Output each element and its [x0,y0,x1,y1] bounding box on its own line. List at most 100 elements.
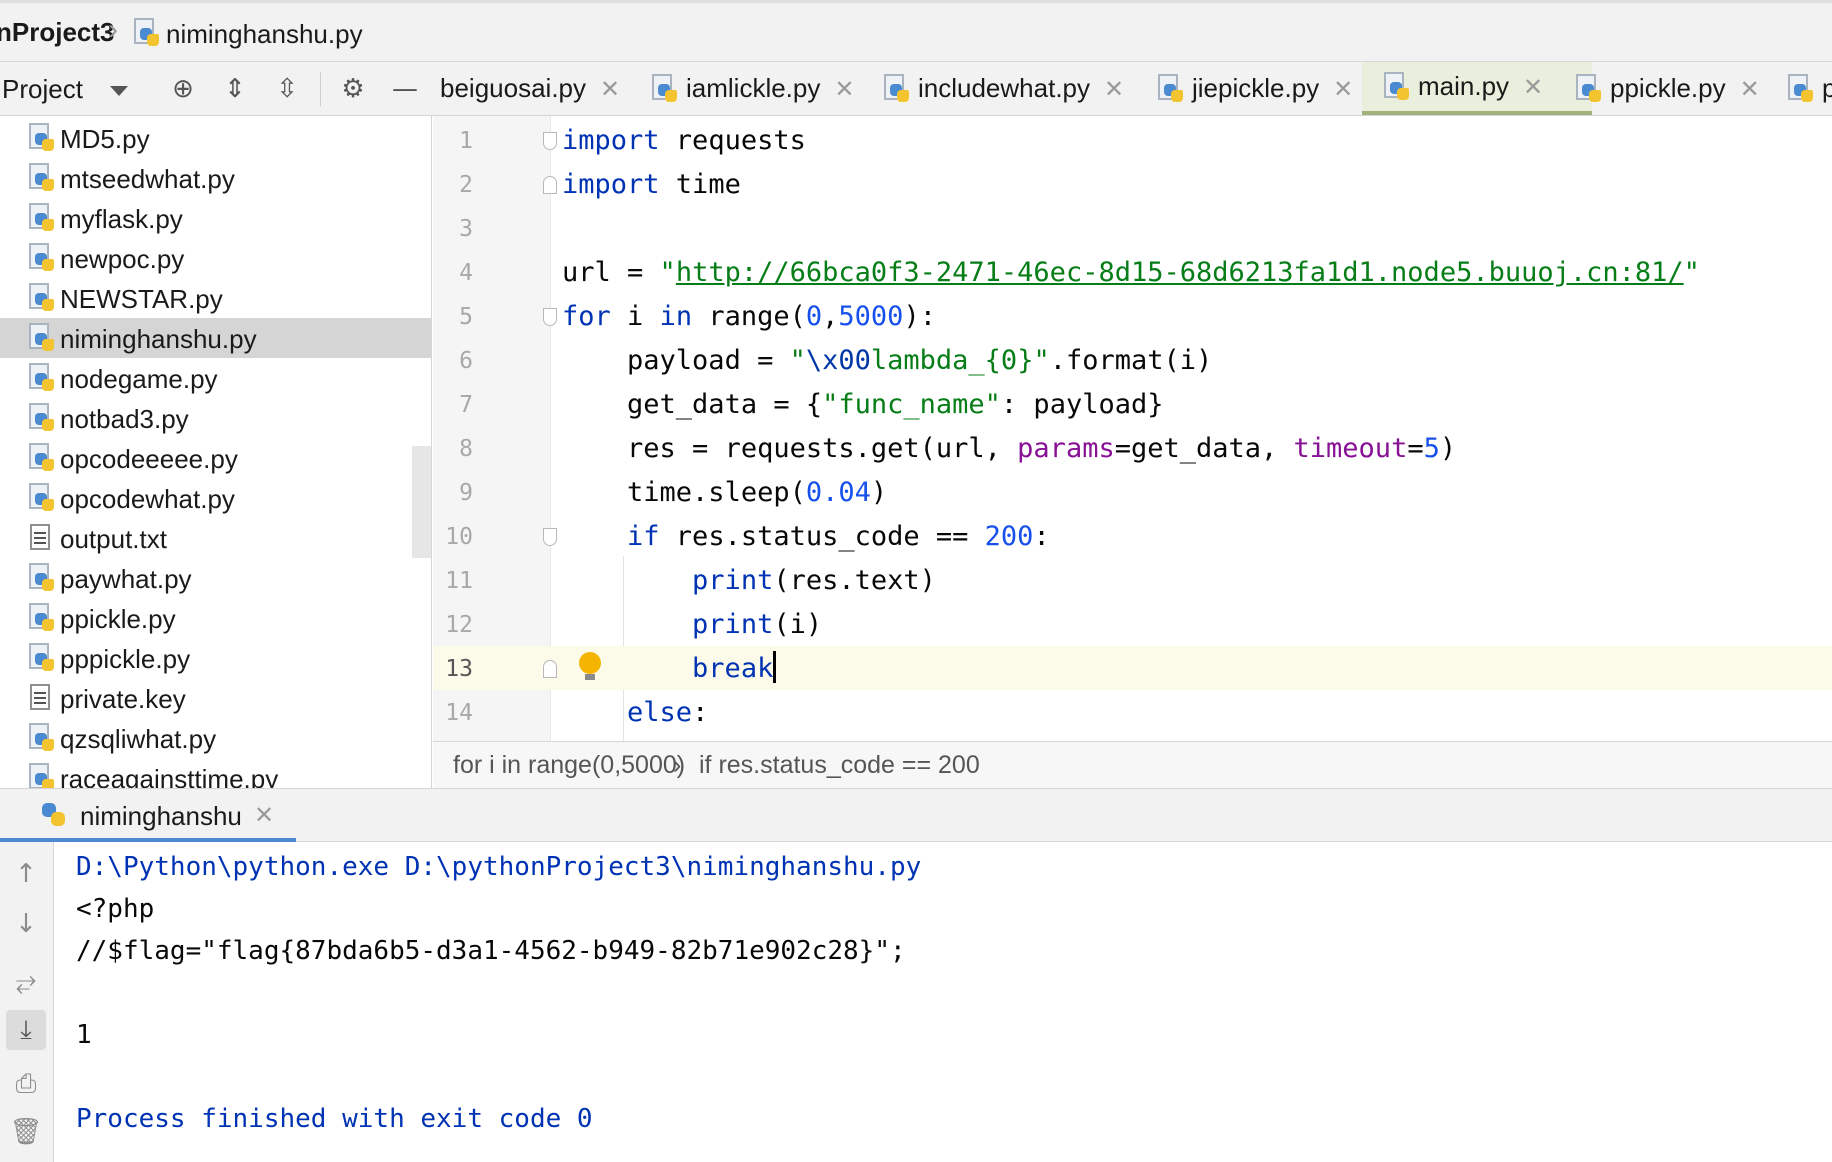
code-token: , [822,301,839,332]
tab-label: p [1822,73,1832,104]
tab-run-niminghanshu[interactable]: niminghanshu ✕ [0,789,296,842]
run-console[interactable]: D:\Python\python.exe D:\pythonProject3\n… [54,842,1832,1162]
minimize-icon[interactable]: — [390,74,420,104]
code-token: break [692,653,774,684]
editor-breadcrumb: for i in range(0,5000) › if res.status_c… [433,741,1832,788]
code-token: \x00 [805,345,871,376]
close-icon[interactable]: ✕ [834,75,854,103]
code-line[interactable]: 2 import time [433,162,1832,206]
soft-wrap-icon[interactable]: ⥂ [6,962,46,1002]
fold-marker-icon[interactable] [543,176,557,194]
tree-item-label: private.key [60,684,186,714]
tree-item[interactable]: ppickle.py [0,598,431,638]
code-line[interactable]: 10 if res.status_code == 200: [433,514,1832,558]
tree-item[interactable]: MD5.py [0,118,431,158]
url-link[interactable]: http://66bca0f3-2471-46ec-8d15-68d6213fa… [676,257,1684,288]
fold-marker-icon[interactable] [543,132,557,150]
tree-scrollbar[interactable] [412,446,431,558]
fold-marker-icon[interactable] [543,308,557,326]
expand-all-icon[interactable]: ⇕ [220,74,250,104]
code-line[interactable]: 6 payload = "\x00lambda_{0}".format(i) [433,338,1832,382]
code-token: import [562,125,660,156]
tree-item[interactable]: mtseedwhat.py [0,158,431,198]
tab-beiguosai[interactable]: beiguosai.py ✕ [440,62,620,115]
tab-main[interactable]: main.py ✕ [1362,62,1592,115]
dropdown-caret-icon[interactable] [110,86,128,96]
python-file-icon [27,403,55,433]
arrow-down-icon[interactable]: ↓ [6,904,46,944]
code-line[interactable]: 4 url = "http://66bca0f3-2471-46ec-8d15-… [433,250,1832,294]
python-file-icon [27,763,55,788]
code-editor[interactable]: 1 import requests 2 import time 3 4 url … [433,116,1832,741]
code-token: time.sleep( [627,477,806,508]
tree-item-label: newpoc.py [60,244,185,274]
python-file-icon [27,563,55,593]
tree-item-selected[interactable]: niminghanshu.py [0,318,431,358]
breadcrumb-project[interactable]: nProject3 [0,17,115,48]
print-icon[interactable]: ⎙ [6,1064,46,1104]
tree-item[interactable]: nodegame.py [0,358,431,398]
tab-includewhat[interactable]: includewhat.py ✕ [882,62,1124,115]
navigation-bar: nProject3 › niminghanshu.py [0,0,1832,62]
tree-item[interactable]: notbad3.py [0,398,431,438]
console-output-line: <?php [76,894,155,924]
code-line-current[interactable]: 13 break [433,646,1832,690]
collapse-all-icon[interactable]: ⇳ [272,74,302,104]
line-number: 3 [459,216,473,242]
locate-icon[interactable]: ⊕ [168,74,198,104]
tree-item[interactable]: NEWSTAR.py [0,278,431,318]
close-icon[interactable]: ✕ [600,75,620,103]
close-icon[interactable]: ✕ [1333,75,1353,103]
text-cursor [773,650,777,683]
code-line[interactable]: 14 else: [433,690,1832,734]
python-file-icon [27,123,55,153]
code-token: : payload} [1000,389,1164,420]
tab-label: beiguosai.py [440,73,586,103]
tree-item[interactable]: myflask.py [0,198,431,238]
editor-tabs: beiguosai.py ✕ iamlickle.py ✕ includewha… [432,62,1832,116]
fold-marker-icon[interactable] [543,660,557,678]
code-line[interactable]: 12 print(i) [433,602,1832,646]
fold-marker-icon[interactable] [543,528,557,546]
code-line[interactable]: 8 res = requests.get(url, params=get_dat… [433,426,1832,470]
tab-overflow[interactable]: p [1786,62,1832,115]
line-number: 6 [459,348,473,374]
code-line[interactable]: 7 get_data = {"func_name": payload} [433,382,1832,426]
close-icon[interactable]: ✕ [1523,73,1543,101]
tab-label: ppickle.py [1610,73,1726,103]
tree-item[interactable]: opcodewhat.py [0,478,431,518]
arrow-up-icon[interactable]: ↑ [6,854,46,894]
tab-iamlickle[interactable]: iamlickle.py ✕ [650,62,854,115]
tree-item[interactable]: pppickle.py [0,638,431,678]
trash-icon[interactable]: 🗑 [6,1112,46,1152]
breadcrumb-file[interactable]: niminghanshu.py [166,19,363,50]
breadcrumb-for-loop[interactable]: for i in range(0,5000) [453,751,685,780]
code-line[interactable]: 11 print(res.text) [433,558,1832,602]
code-token: url = [562,257,660,288]
breadcrumb-if-block[interactable]: if res.status_code == 200 [699,751,980,780]
tree-item[interactable]: raceagainsttime.py [0,758,431,788]
code-token: " [659,257,676,288]
code-token: 5000 [838,301,904,332]
tree-item[interactable]: opcodeeeee.py [0,438,431,478]
code-line[interactable]: 3 [433,206,1832,250]
code-line[interactable]: 1 import requests [433,118,1832,162]
python-file-icon [882,73,910,104]
close-icon[interactable]: ✕ [1104,75,1124,103]
tree-item[interactable]: paywhat.py [0,558,431,598]
gear-icon[interactable]: ⚙ [338,74,368,104]
tree-item[interactable]: qzsqliwhat.py [0,718,431,758]
tree-item[interactable]: output.txt [0,518,431,558]
line-number: 11 [445,568,473,594]
tab-jiepickle[interactable]: jiepickle.py ✕ [1156,62,1353,115]
tab-ppickle[interactable]: ppickle.py ✕ [1574,62,1760,115]
scroll-to-end-icon[interactable]: ⤓ [6,1010,46,1050]
project-view-selector[interactable]: Project [2,74,83,105]
tree-item[interactable]: private.key [0,678,431,718]
code-line[interactable]: 5 for i in range(0,5000): [433,294,1832,338]
tree-item[interactable]: newpoc.py [0,238,431,278]
close-icon[interactable]: ✕ [254,801,274,829]
python-file-icon [27,723,55,753]
code-line[interactable]: 9 time.sleep(0.04) [433,470,1832,514]
close-icon[interactable]: ✕ [1740,75,1760,103]
